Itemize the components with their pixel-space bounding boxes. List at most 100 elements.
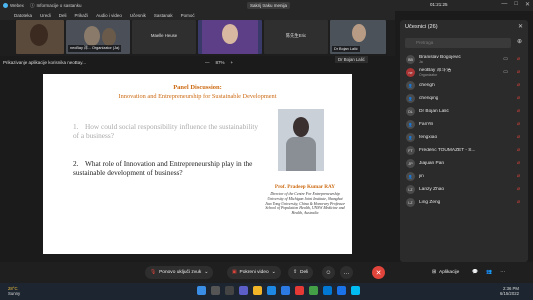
participants-icon[interactable]: 👥 xyxy=(486,270,492,275)
chat-icon[interactable]: 💬 xyxy=(472,270,478,275)
share-label: Deli xyxy=(300,270,309,275)
avatar: DL xyxy=(406,107,415,116)
list-item[interactable]: LZ Ling Zeng ⌀ xyxy=(404,196,524,209)
mic-off-icon[interactable]: ⌀ xyxy=(517,108,520,114)
menu-edit[interactable]: Uredi xyxy=(40,13,51,18)
list-item[interactable]: 👤 FanYili ⌀ xyxy=(404,118,524,131)
mic-off-icon[interactable]: ⌀ xyxy=(517,82,520,88)
close-icon[interactable]: ✕ xyxy=(518,23,523,30)
chevron-down-icon[interactable]: ⌄ xyxy=(204,270,208,275)
video-icon: ▭ xyxy=(503,69,508,75)
menu-audio-video[interactable]: Audio i video xyxy=(96,13,122,18)
mic-off-icon[interactable]: ⌀ xyxy=(517,69,520,75)
participant-video xyxy=(102,28,116,46)
mic-off-icon[interactable]: ⌀ xyxy=(517,199,520,205)
more-icon[interactable]: ⋯ xyxy=(500,270,505,275)
presenter-name: Prof. Pradeep Kumar RAY xyxy=(274,184,336,190)
video-tile[interactable]: Maelle Heuse xyxy=(132,20,196,54)
menu-meeting[interactable]: Sastanak xyxy=(154,13,173,18)
store-icon[interactable] xyxy=(281,286,290,295)
meeting-info-button[interactable]: ⓘ Informacije o sastanku xyxy=(30,3,82,9)
office-icon[interactable] xyxy=(295,286,304,295)
list-item[interactable]: 👤 chenqing ⌀ xyxy=(404,92,524,105)
list-item[interactable]: DL Dr Bojan Lalić ⌀ xyxy=(404,105,524,118)
mic-off-icon[interactable]: ⌀ xyxy=(517,160,520,166)
apps-label: Aplikacije xyxy=(439,270,460,275)
shared-slide: Panel Discussion: Innovation and Entrepr… xyxy=(43,74,352,254)
maximize-icon[interactable]: □ xyxy=(514,1,518,8)
list-item[interactable]: 👤 fengxiao ⌀ xyxy=(404,131,524,144)
question-text: How could social responsibility influenc… xyxy=(73,122,259,140)
list-item[interactable]: 👤 jin ⌀ xyxy=(404,170,524,183)
apps-button[interactable]: ⊞ Aplikacije 💬 👥 ⋯ xyxy=(432,266,505,279)
participant-name: Frédéric TOUMAZET - S... xyxy=(419,148,476,153)
share-button[interactable]: ⇪ Deli xyxy=(288,266,314,279)
menu-participant[interactable]: Učesnik xyxy=(130,13,146,18)
unmute-button[interactable]: 🎙 Ponovo uključi zvuk ⌄ xyxy=(145,266,214,279)
mic-off-icon[interactable]: ⌀ xyxy=(517,147,520,153)
video-tile[interactable]: 陈先生Eric xyxy=(264,20,328,54)
participant-video xyxy=(222,24,238,44)
leave-meeting-button[interactable]: ✕ xyxy=(372,266,385,279)
webex-icon[interactable] xyxy=(351,286,360,295)
chrome-icon[interactable] xyxy=(309,286,318,295)
zoom-out-button[interactable]: — xyxy=(205,60,210,65)
video-tile[interactable]: neoBay 邓... Organizator (Ja) xyxy=(66,20,130,54)
search-icon[interactable] xyxy=(211,286,220,295)
participant-name: fengxiao xyxy=(419,135,438,140)
task-view-icon[interactable] xyxy=(225,286,234,295)
share-title: Prikazivanje aplikacije korisnika neoBay… xyxy=(3,59,86,65)
participant-video xyxy=(84,26,100,46)
more-options-button[interactable]: … xyxy=(340,266,353,279)
folder-icon[interactable] xyxy=(253,286,262,295)
zoom-in-button[interactable]: + xyxy=(231,60,234,65)
search-input[interactable] xyxy=(405,38,511,48)
video-tile[interactable]: Dr Bojan Lalić xyxy=(330,20,386,54)
list-item[interactable]: ne neoBay 邓斗浩 Organizator ▭ ⌀ xyxy=(404,66,524,79)
mic-off-icon[interactable]: ⌀ xyxy=(517,186,520,192)
list-item[interactable]: LZ Lanzy Zhao ⌀ xyxy=(404,183,524,196)
mic-off-icon[interactable]: ⌀ xyxy=(517,121,520,127)
menu-share[interactable]: Deli xyxy=(59,13,67,18)
participant-list: BB Branislav Bogojević Ja ▭ ⌀ ne neoBay 邓… xyxy=(404,53,524,209)
menu-help[interactable]: Pomoć xyxy=(181,13,195,18)
video-tile[interactable] xyxy=(198,20,262,54)
app-menu[interactable]: Webex xyxy=(0,3,24,8)
edge-icon[interactable] xyxy=(267,286,276,295)
hide-menu-bar-button[interactable]: Sakrij traku menija xyxy=(247,2,291,9)
start-icon[interactable] xyxy=(197,286,206,295)
mic-off-icon[interactable]: ⌀ xyxy=(517,56,520,62)
list-item[interactable]: FT Frédéric TOUMAZET - S... ⌀ xyxy=(404,144,524,157)
system-tray[interactable]: 2:36 PM 6/15/2022 xyxy=(500,286,519,296)
word-icon[interactable] xyxy=(337,286,346,295)
clock-date: 6/15/2022 xyxy=(499,291,519,296)
list-item[interactable]: BB Branislav Bogojević Ja ▭ ⌀ xyxy=(404,53,524,66)
list-item[interactable]: 👤 chengh ⌀ xyxy=(404,79,524,92)
minimize-icon[interactable]: — xyxy=(501,1,507,8)
apps-icon: ⊞ xyxy=(432,270,437,275)
participant-name: neoBay 邓斗浩 Organizator xyxy=(419,67,451,77)
list-item[interactable]: JP Jiajuan Pan ⌀ xyxy=(404,157,524,170)
meeting-info-label: Informacije o sastanku xyxy=(36,3,82,8)
mic-off-icon[interactable]: ⌀ xyxy=(517,173,520,179)
avatar: 👤 xyxy=(406,172,415,181)
weather-widget[interactable]: 28°C Sunny xyxy=(8,286,20,296)
chevron-down-icon[interactable]: ⌄ xyxy=(272,270,276,275)
start-video-button[interactable]: ▣ Pokreni video ⌄ xyxy=(227,266,281,279)
teams-icon[interactable] xyxy=(239,286,248,295)
taskbar-apps xyxy=(197,286,360,295)
mic-off-icon[interactable]: ⌀ xyxy=(517,134,520,140)
avatar: BB xyxy=(406,55,415,64)
outlook-icon[interactable] xyxy=(323,286,332,295)
menu-view[interactable]: Prikaži xyxy=(75,13,89,18)
menu-file[interactable]: Datoteka xyxy=(14,13,32,18)
participant-name: jin xyxy=(419,174,424,179)
zoom-level[interactable]: 87% xyxy=(216,60,225,65)
close-icon[interactable]: ✕ xyxy=(525,1,530,8)
avatar: 👤 xyxy=(406,120,415,129)
mic-off-icon[interactable]: ⌀ xyxy=(517,95,520,101)
add-user-icon[interactable]: ⊕ xyxy=(517,38,522,45)
start-video-label: Pokreni video xyxy=(239,270,269,275)
reactions-button[interactable]: ☺ xyxy=(322,266,335,279)
video-tile[interactable] xyxy=(16,20,64,54)
